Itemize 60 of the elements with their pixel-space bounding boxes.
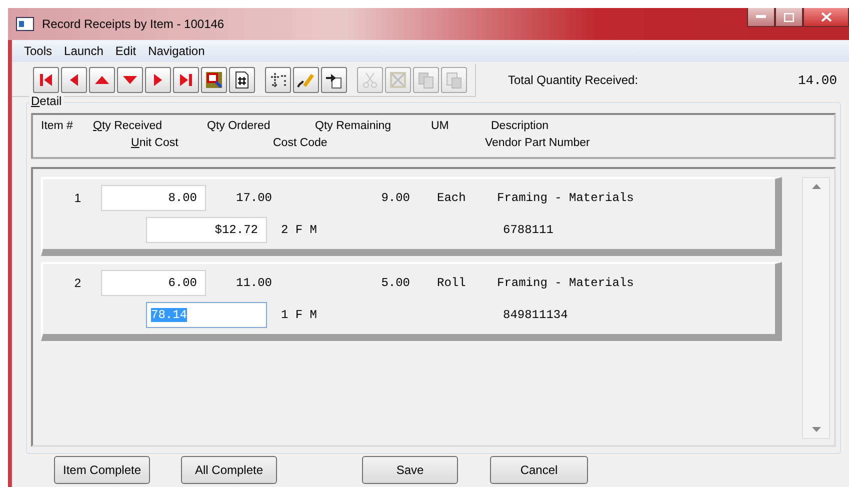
- column-header: UM: [431, 120, 450, 132]
- column-header: Vendor Part Number: [485, 136, 591, 148]
- scrollbar[interactable]: [802, 177, 830, 439]
- column-header: Unit Cost: [131, 136, 180, 148]
- column-header: Qty Remaining: [315, 120, 392, 132]
- document-icon: [445, 70, 463, 88]
- scroll-up-icon: [812, 184, 820, 189]
- vendor-part-number: 6788111: [503, 223, 554, 237]
- cost-code: 1 F M: [281, 308, 318, 322]
- menu-item[interactable]: Edit: [109, 44, 142, 58]
- window-title: Record Receipts by Item - 100146: [42, 17, 224, 31]
- calculator-icon: [233, 70, 251, 88]
- qty-ordered: 11.00: [236, 276, 274, 290]
- toolbar-button[interactable]: [321, 66, 347, 92]
- cost-code: 2 F M: [281, 223, 318, 237]
- minimize-icon: [756, 15, 766, 19]
- toolbar-button[interactable]: [265, 66, 291, 92]
- total-label: Total Quantity Received:: [508, 73, 638, 87]
- scroll-down-icon: [812, 427, 820, 432]
- action-button[interactable]: Save: [362, 456, 458, 484]
- toolbar-button[interactable]: [229, 66, 255, 92]
- unit-of-measure: Roll: [437, 276, 467, 290]
- vendor-part-number: 849811134: [503, 308, 569, 322]
- toolbar-button[interactable]: [201, 66, 227, 92]
- column-header: Qty Ordered: [207, 120, 272, 132]
- action-button[interactable]: Cancel: [490, 456, 588, 484]
- qty-remaining: 5.00: [380, 276, 410, 290]
- close-button[interactable]: [803, 8, 849, 27]
- qty-received-field[interactable]: 6.00: [101, 270, 206, 296]
- search-icon: [205, 70, 223, 88]
- column-header: Cost Code: [273, 136, 328, 148]
- app-icon: [16, 17, 34, 31]
- scissors-icon: [361, 70, 379, 88]
- delete-icon: [389, 70, 407, 88]
- qty-received-field[interactable]: 8.00: [101, 185, 206, 211]
- menu-item[interactable]: Launch: [58, 44, 110, 58]
- menu-item[interactable]: Navigation: [142, 44, 211, 58]
- unit-cost-field[interactable]: $12.72: [146, 217, 267, 243]
- qty-remaining: 9.00: [380, 191, 410, 205]
- item-number: 2: [73, 276, 81, 290]
- menu-item[interactable]: Tools: [18, 44, 58, 58]
- description: Framing - Materials: [497, 276, 635, 290]
- total-value: 14.00: [798, 72, 837, 88]
- action-button[interactable]: Item Complete: [54, 456, 150, 484]
- unit-of-measure: Each: [437, 191, 467, 205]
- description: Framing - Materials: [497, 191, 635, 205]
- column-header: Description: [491, 120, 550, 132]
- group-title: Detail: [29, 94, 64, 108]
- column-header: Qty Received: [93, 120, 164, 132]
- maximize-icon: [784, 12, 794, 22]
- insert-rows-icon: [269, 70, 287, 88]
- qty-ordered: 17.00: [236, 191, 274, 205]
- column-header: Item #: [41, 120, 74, 132]
- item-number: 1: [73, 191, 81, 205]
- toolbar-button[interactable]: [293, 66, 319, 92]
- minimize-button[interactable]: [747, 8, 775, 27]
- copy-icon: [417, 70, 435, 88]
- action-button[interactable]: All Complete: [181, 456, 277, 484]
- close-icon: [820, 12, 832, 22]
- maximize-button[interactable]: [775, 8, 803, 27]
